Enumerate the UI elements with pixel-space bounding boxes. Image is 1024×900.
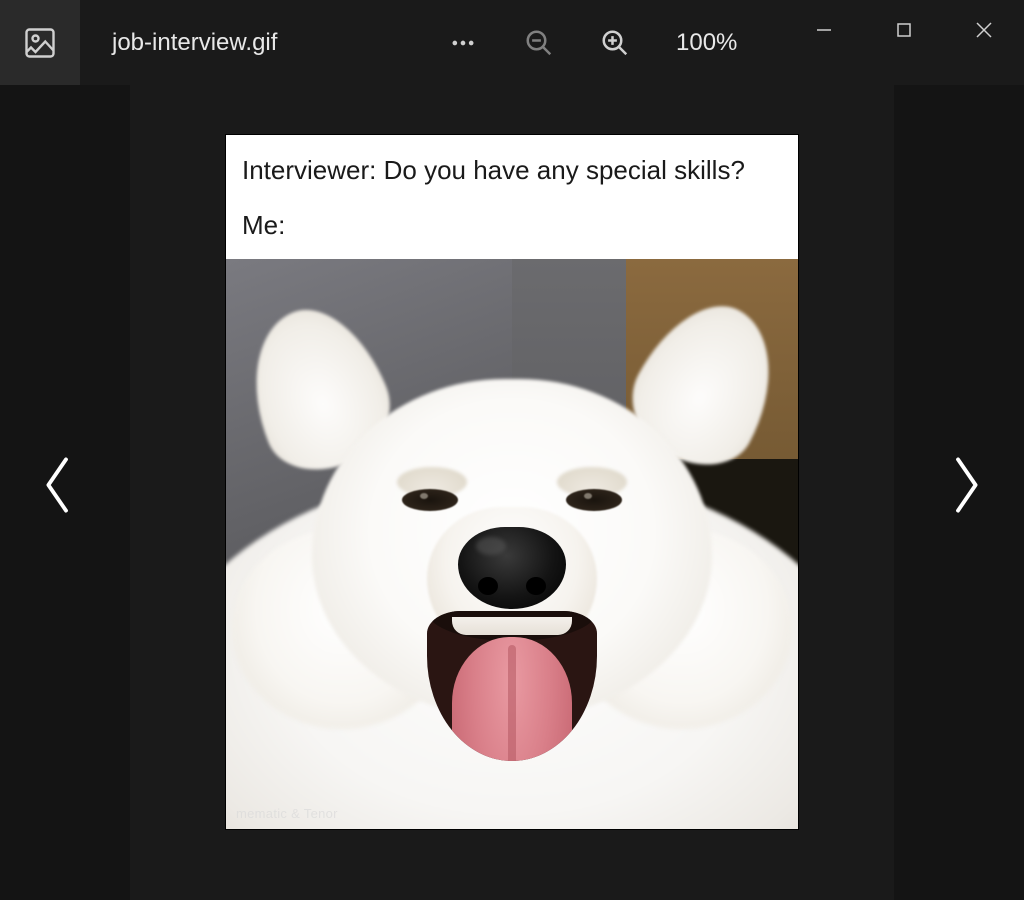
zoom-out-icon (524, 28, 554, 58)
zoom-level-label: 100% (676, 29, 737, 57)
watermark: mematic & Tenor (236, 806, 338, 821)
more-icon (449, 29, 477, 57)
minimize-button[interactable] (784, 0, 864, 60)
photos-app-icon (22, 25, 58, 61)
meme-photo: mematic & Tenor (226, 259, 798, 829)
close-button[interactable] (944, 0, 1024, 60)
more-button[interactable] (440, 20, 486, 66)
app-icon-button[interactable] (0, 0, 80, 85)
close-icon (974, 20, 994, 40)
titlebar: job-interview.gif 100% (0, 0, 1024, 85)
maximize-icon (895, 21, 913, 39)
caption-line-2: Me: (242, 210, 782, 241)
window-controls (784, 0, 1024, 60)
minimize-icon (815, 21, 833, 39)
toolbar-center: 100% (440, 0, 737, 85)
previous-image-button[interactable] (28, 455, 88, 515)
dog-illustration (226, 289, 798, 829)
viewer-area: Interviewer: Do you have any special ski… (0, 85, 1024, 900)
zoom-in-button[interactable] (592, 20, 638, 66)
image-content: Interviewer: Do you have any special ski… (226, 135, 798, 829)
caption-line-1: Interviewer: Do you have any special ski… (242, 153, 782, 188)
next-image-button[interactable] (936, 455, 996, 515)
chevron-left-icon (38, 453, 78, 517)
maximize-button[interactable] (864, 0, 944, 60)
zoom-in-icon (600, 28, 630, 58)
zoom-out-button[interactable] (516, 20, 562, 66)
meme-caption: Interviewer: Do you have any special ski… (226, 135, 798, 259)
filename-label: job-interview.gif (112, 29, 277, 57)
chevron-right-icon (946, 453, 986, 517)
